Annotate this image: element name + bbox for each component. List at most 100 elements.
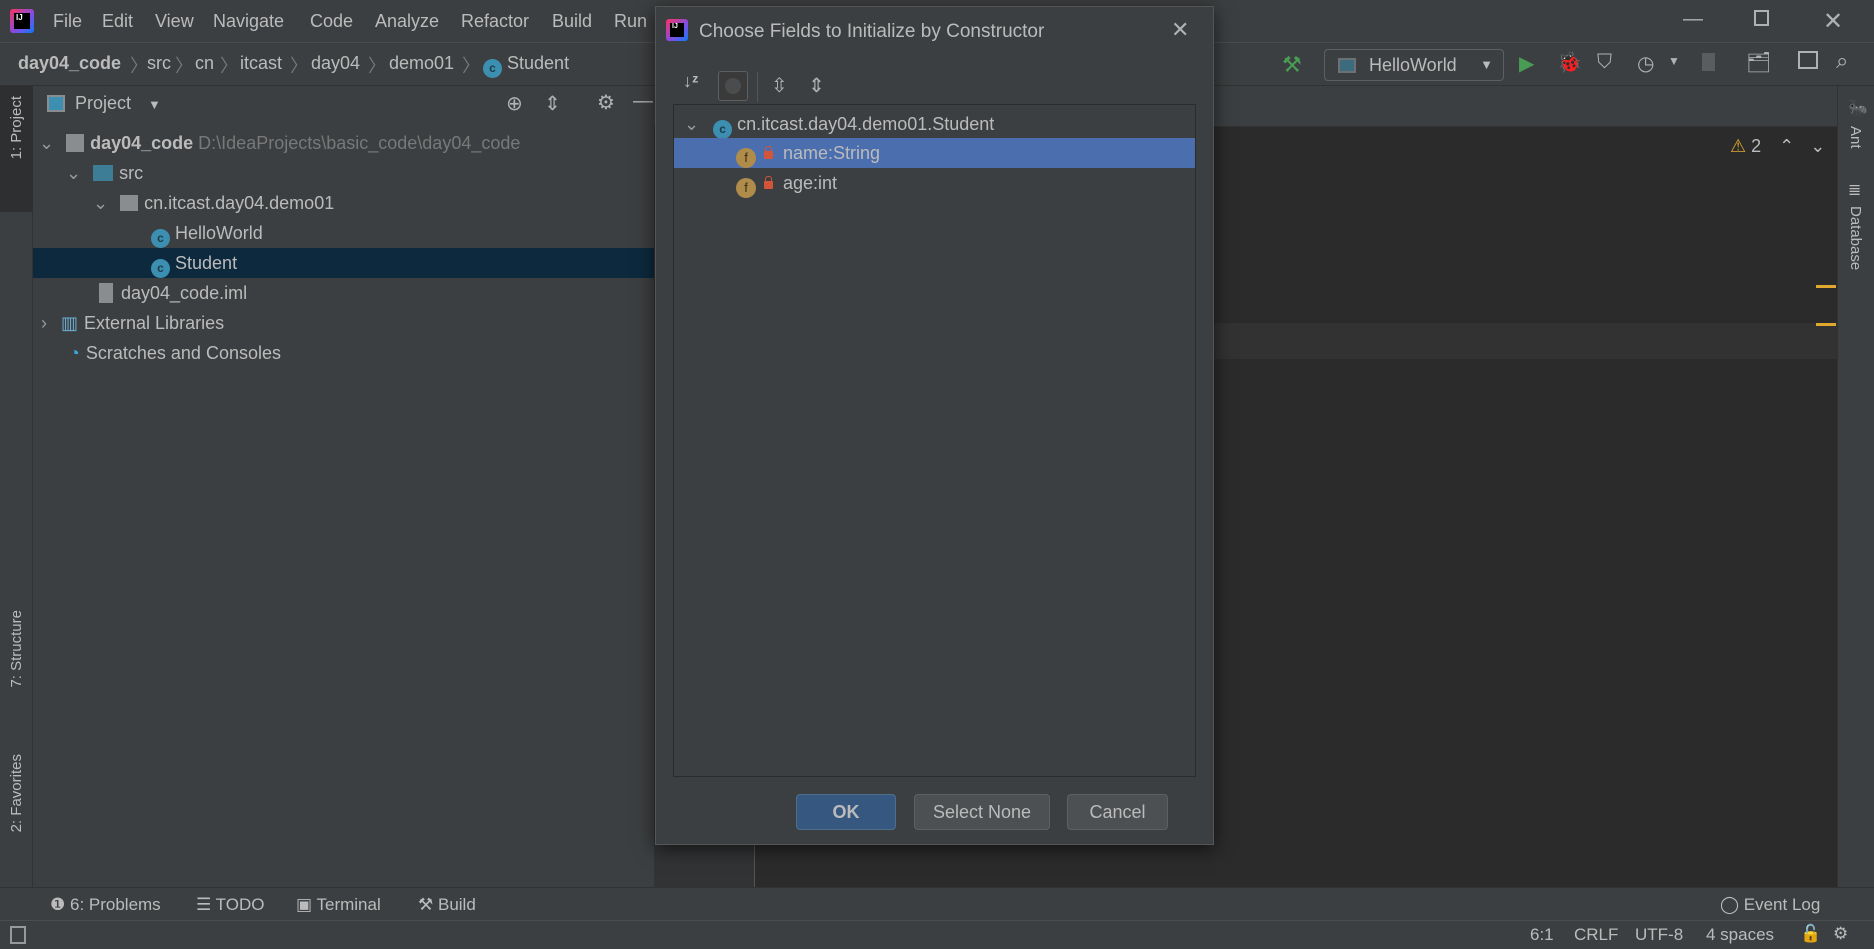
field-item-name[interactable]: f name:String xyxy=(674,138,1195,168)
tool-terminal[interactable]: ▣ Terminal xyxy=(296,895,381,915)
dialog-title: Choose Fields to Initialize by Construct… xyxy=(699,21,1045,42)
unlock-icon[interactable]: 🔓 xyxy=(1800,924,1821,944)
run-config-select[interactable]: HelloWorld ▼ xyxy=(1324,49,1504,81)
warning-count: 2 xyxy=(1751,136,1762,156)
search-icon[interactable]: ⌕ xyxy=(1836,48,1848,74)
tree-label: src xyxy=(119,163,144,183)
tree-item-iml[interactable]: day04_code.iml xyxy=(33,278,654,308)
line-separator[interactable]: CRLF xyxy=(1574,925,1618,945)
breadcrumb-day04[interactable]: day04 xyxy=(311,53,360,74)
private-lock-icon xyxy=(764,176,773,189)
project-view-select[interactable]: Project xyxy=(75,93,131,114)
tree-item-project[interactable]: ⌄ day04_code D:\IdeaProjects\basic_code\d… xyxy=(33,128,654,158)
warning-icon: ⚠ xyxy=(1730,136,1747,156)
menu-view[interactable]: View xyxy=(155,11,194,32)
module-icon xyxy=(66,134,85,152)
breadcrumb-itcast[interactable]: itcast xyxy=(240,53,282,74)
caret-position[interactable]: 6:1 xyxy=(1530,925,1554,945)
tree-label: External Libraries xyxy=(84,313,225,333)
maximize-icon[interactable] xyxy=(1754,10,1769,26)
tool-todo-label: TODO xyxy=(215,895,265,914)
menu-analyze[interactable]: Analyze xyxy=(375,11,439,32)
menu-navigate[interactable]: Navigate xyxy=(213,11,284,32)
tree-item-package[interactable]: ⌄ cn.itcast.day04.demo01 xyxy=(33,188,654,218)
class-icon: c xyxy=(713,120,733,139)
sort-alphabetically-icon[interactable]: ↓ᶻ xyxy=(683,71,699,92)
scratches-icon: ◔ xyxy=(69,343,80,363)
close-window-icon[interactable]: ✕ xyxy=(1823,7,1843,36)
warnings-indicator[interactable]: ⚠ 2 ⌃ ⌄ xyxy=(1730,136,1825,157)
stop-icon[interactable] xyxy=(1702,53,1715,71)
tree-label: HelloWorld xyxy=(175,223,263,243)
tool-todo[interactable]: ☰ TODO xyxy=(196,895,264,915)
tree-class-node[interactable]: ⌄ c cn.itcast.day04.demo01.Student xyxy=(674,109,1195,139)
show-classes-toggle[interactable] xyxy=(718,71,748,101)
next-highlight-icon: ⌄ xyxy=(1810,136,1826,156)
cancel-button[interactable]: Cancel xyxy=(1067,794,1168,830)
problems-icon: ❶ xyxy=(50,895,66,914)
tree-item-src[interactable]: ⌄ src xyxy=(33,158,654,188)
indent-setting[interactable]: 4 spaces xyxy=(1706,925,1774,945)
warning-marker[interactable] xyxy=(1816,323,1836,326)
project-panel: Project ▼ ⊕ ⇕ ⚙ — ⌄ day04_code D:\IdeaPro… xyxy=(33,86,654,887)
menu-build[interactable]: Build xyxy=(552,11,592,32)
menu-code[interactable]: Code xyxy=(310,11,353,32)
breadcrumb-demo01[interactable]: demo01 xyxy=(389,53,454,74)
tool-structure[interactable]: 7: Structure xyxy=(8,610,25,688)
hide-icon[interactable]: — xyxy=(633,90,653,113)
database-icon: ≣ xyxy=(1848,182,1862,199)
tree-label: Scratches and Consoles xyxy=(85,343,281,363)
chevron-down-icon[interactable]: ▼ xyxy=(148,97,161,112)
tree-item-student[interactable]: c Student xyxy=(33,248,654,278)
collapse-all-icon[interactable]: ⇕ xyxy=(808,73,825,98)
tool-database[interactable]: Database xyxy=(1847,206,1864,270)
tool-problems-label: 6: Problems xyxy=(69,895,161,914)
menu-file[interactable]: File xyxy=(53,11,82,32)
profiler-icon[interactable]: ◷ xyxy=(1637,51,1654,76)
breadcrumb-project[interactable]: day04_code xyxy=(18,53,121,74)
coverage-icon[interactable]: ⛉ xyxy=(1597,51,1612,74)
tool-favorites[interactable]: 2: Favorites xyxy=(8,754,25,832)
locate-icon[interactable]: ⊕ xyxy=(506,91,523,116)
tool-ant[interactable]: Ant xyxy=(1847,126,1864,149)
file-encoding[interactable]: UTF-8 xyxy=(1635,925,1683,945)
tree-item-scratches[interactable]: ◔ Scratches and Consoles xyxy=(33,338,654,368)
choose-fields-dialog: IJ Choose Fields to Initialize by Constr… xyxy=(655,6,1214,845)
menu-refactor[interactable]: Refactor xyxy=(461,11,529,32)
profiler-dropdown-icon[interactable]: ▼ xyxy=(1668,54,1680,68)
private-lock-icon xyxy=(764,146,773,159)
terminal-window-icon[interactable] xyxy=(1798,51,1818,69)
expand-all-icon[interactable]: ⇳ xyxy=(771,73,788,98)
help-settings-icon[interactable]: ⚙ xyxy=(1833,924,1848,944)
menu-run[interactable]: Run xyxy=(614,11,647,32)
tool-problems[interactable]: ❶ 6: Problems xyxy=(50,895,161,915)
tree-item-helloworld[interactable]: c HelloWorld xyxy=(33,218,654,248)
ok-button[interactable]: OK xyxy=(796,794,896,830)
tool-build[interactable]: ⚒ Build xyxy=(418,895,476,915)
minimize-icon[interactable]: — xyxy=(1683,8,1703,31)
build-hammer-icon[interactable]: ⚒ xyxy=(1282,52,1302,78)
breadcrumb-student[interactable]: c Student xyxy=(483,53,569,78)
tool-project-label: 1: Project xyxy=(8,96,25,160)
close-dialog-icon[interactable]: ✕ xyxy=(1171,17,1189,43)
status-bar: 6:1 CRLF UTF-8 4 spaces 🔓 ⚙ xyxy=(0,920,1874,949)
debug-bug-icon[interactable]: 🐞 xyxy=(1557,50,1582,75)
breadcrumb-cn[interactable]: cn xyxy=(195,53,214,74)
tree-item-external-libraries[interactable]: › ▥ External Libraries xyxy=(33,308,654,338)
project-structure-icon[interactable]: 🗂 xyxy=(1746,50,1771,75)
collapse-all-icon[interactable]: ⇕ xyxy=(544,91,561,116)
event-log[interactable]: ◯ Event Log xyxy=(1720,895,1820,915)
previous-highlight-icon: ⌃ xyxy=(1779,136,1795,156)
list-icon: ☰ xyxy=(196,895,212,914)
tool-project[interactable]: 1: Project xyxy=(0,86,33,212)
class-node-label: cn.itcast.day04.demo01.Student xyxy=(737,114,995,134)
run-icon[interactable]: ▶ xyxy=(1519,51,1534,76)
breadcrumb-src[interactable]: src xyxy=(147,53,171,74)
tree-label: day04_code xyxy=(90,133,194,153)
toggle-tool-windows-icon[interactable] xyxy=(10,926,26,944)
field-item-age[interactable]: f age:int xyxy=(674,168,1195,198)
warning-marker[interactable] xyxy=(1816,285,1836,288)
gear-icon[interactable]: ⚙ xyxy=(597,90,615,115)
menu-edit[interactable]: Edit xyxy=(102,11,133,32)
select-none-button[interactable]: Select None xyxy=(914,794,1050,830)
